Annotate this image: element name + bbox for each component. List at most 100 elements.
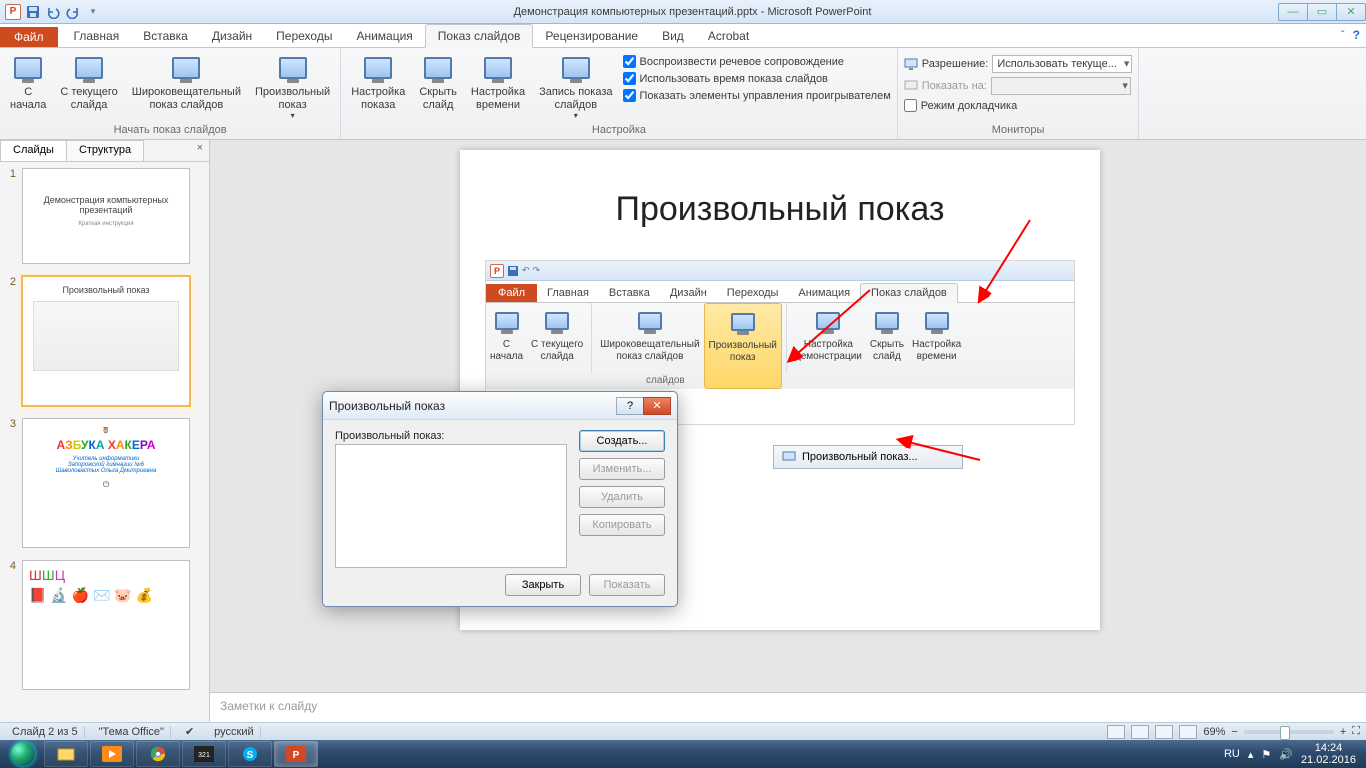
view-reading-button[interactable] <box>1155 725 1173 739</box>
tab-design[interactable]: Дизайн <box>200 25 264 47</box>
custom-show-button[interactable]: Произвольный показ▾ <box>251 50 334 122</box>
inset-from-current: С текущего слайда <box>527 303 587 389</box>
view-sorter-button[interactable] <box>1131 725 1149 739</box>
window-controls: — ▭ ✕ <box>1279 3 1366 21</box>
app-icon: P <box>4 3 22 21</box>
record-button[interactable]: Запись показа слайдов▾ <box>535 50 616 122</box>
undo-icon[interactable] <box>44 3 62 21</box>
tray-show-hidden-icon[interactable]: ▴ <box>1248 748 1254 761</box>
work-area: Слайды Структура × 1 Демонстрация компью… <box>0 140 1366 722</box>
setup-show-button[interactable]: Настройка показа <box>347 50 409 113</box>
taskbar-skype[interactable]: S <box>228 741 272 767</box>
tab-home[interactable]: Главная <box>62 25 132 47</box>
ribbon: С начала С текущего слайда Широковещател… <box>0 48 1366 140</box>
zoom-value: 69% <box>1203 726 1225 738</box>
tab-outline[interactable]: Структура <box>66 140 144 161</box>
thumb-4[interactable]: ШШЦ 📕 🔬 🍎 ✉️ 🐷 💰 <box>22 560 190 690</box>
inset-from-start: С начала <box>486 303 527 389</box>
dialog-listbox[interactable] <box>335 444 567 568</box>
chk-presenter-view[interactable]: Режим докладчика <box>904 98 1017 113</box>
close-button[interactable]: ✕ <box>1336 3 1366 21</box>
view-slideshow-button[interactable] <box>1179 725 1197 739</box>
annotation-arrow-3 <box>890 430 990 470</box>
zoom-out-button[interactable]: − <box>1231 726 1237 738</box>
from-beginning-button[interactable]: С начала <box>6 50 50 113</box>
taskbar-chrome[interactable] <box>136 741 180 767</box>
maximize-button[interactable]: ▭ <box>1307 3 1337 21</box>
taskbar-mediaplayer[interactable] <box>90 741 134 767</box>
inset-app-icon: P <box>490 264 504 278</box>
svg-text:321: 321 <box>198 752 210 759</box>
ribbon-group-setup-label: Настройка <box>347 122 891 139</box>
tab-file[interactable]: Файл <box>0 27 58 47</box>
tab-acrobat[interactable]: Acrobat <box>696 25 761 47</box>
dialog-copy-button: Копировать <box>579 514 665 536</box>
chk-controls[interactable]: Показать элементы управления проигрывате… <box>623 88 891 103</box>
ribbon-group-setup: Настройка показа Скрыть слайд Настройка … <box>341 48 898 139</box>
show-on-combo <box>991 77 1131 95</box>
thumb-3[interactable]: 🦉 АЗБУКА ХАКЕРА Учитель информатики Запо… <box>22 418 190 548</box>
chk-narration[interactable]: Воспроизвести речевое сопровождение <box>623 54 891 69</box>
dialog-close-footer-button[interactable]: Закрыть <box>505 574 581 596</box>
thumb-1[interactable]: Демонстрация компьютерных презентацийКра… <box>22 168 190 264</box>
taskbar-explorer[interactable] <box>44 741 88 767</box>
status-slide: Слайд 2 из 5 <box>6 726 85 738</box>
inset-redo-icon: ↷ <box>533 265 541 276</box>
status-theme: "Тема Office" <box>93 726 171 738</box>
ribbon-group-monitors: Разрешение: Использовать текуще... Показ… <box>898 48 1140 139</box>
slide-panel-tabs: Слайды Структура × <box>0 140 209 162</box>
svg-text:S: S <box>247 750 254 761</box>
thumb-2[interactable]: Произвольный показ <box>22 276 190 406</box>
resolution-combo[interactable]: Использовать текуще... <box>992 55 1132 73</box>
tab-review[interactable]: Рецензирование <box>533 25 650 47</box>
tab-slideshow[interactable]: Показ слайдов <box>425 24 534 48</box>
tab-animations[interactable]: Анимация <box>344 25 424 47</box>
tab-slides[interactable]: Слайды <box>0 140 67 161</box>
zoom-in-button[interactable]: + <box>1340 726 1346 738</box>
save-icon[interactable] <box>24 3 42 21</box>
tray-volume-icon[interactable]: 🔊 <box>1279 748 1293 761</box>
annotation-arrow-1 <box>920 210 1040 330</box>
dialog-title: Произвольный показ <box>329 399 445 413</box>
panel-close-icon[interactable]: × <box>191 140 209 161</box>
hide-slide-button[interactable]: Скрыть слайд <box>415 50 461 113</box>
qat-customize-icon[interactable]: ▾ <box>84 3 102 21</box>
tray-clock[interactable]: 14:24 21.02.2016 <box>1301 742 1356 766</box>
dialog-help-button[interactable]: ? <box>616 397 644 415</box>
ribbon-group-start-label: Начать показ слайдов <box>6 122 334 139</box>
status-spellcheck-icon[interactable]: ✔ <box>179 725 200 738</box>
tray-flag-icon[interactable]: ⚑ <box>1261 748 1271 761</box>
dialog-delete-button: Удалить <box>579 486 665 508</box>
dialog-create-button[interactable]: Создать... <box>579 430 665 452</box>
status-language[interactable]: русский <box>208 726 260 738</box>
show-on-icon <box>904 80 918 92</box>
view-normal-button[interactable] <box>1107 725 1125 739</box>
zoom-slider[interactable] <box>1244 730 1334 734</box>
taskbar-mpc[interactable]: 321 <box>182 741 226 767</box>
from-current-button[interactable]: С текущего слайда <box>56 50 121 113</box>
ribbon-minimize-icon[interactable]: ˇ <box>1341 28 1345 42</box>
dialog-close-button[interactable]: ✕ <box>643 397 671 415</box>
ribbon-tabs: Файл Главная Вставка Дизайн Переходы Ани… <box>0 24 1366 48</box>
dialog-list-label: Произвольный показ: <box>335 430 567 442</box>
quick-access-toolbar: P ▾ <box>0 3 106 21</box>
zoom-fit-button[interactable]: ⛶ <box>1352 725 1360 738</box>
rehearse-button[interactable]: Настройка времени <box>467 50 529 113</box>
resolution-label: Разрешение: <box>922 58 989 70</box>
inset-undo-icon: ↶ <box>522 265 530 276</box>
help-icon[interactable]: ? <box>1353 28 1360 42</box>
tray-lang[interactable]: RU <box>1224 748 1240 760</box>
notes-pane[interactable]: Заметки к слайду <box>210 692 1366 722</box>
broadcast-button[interactable]: Широковещательный показ слайдов <box>128 50 245 113</box>
thumbnails[interactable]: 1 Демонстрация компьютерных презентацийК… <box>0 162 209 722</box>
redo-icon[interactable] <box>64 3 82 21</box>
chk-timings[interactable]: Использовать время показа слайдов <box>623 71 891 86</box>
minimize-button[interactable]: — <box>1278 3 1308 21</box>
dialog-titlebar[interactable]: Произвольный показ ? ✕ <box>323 392 677 420</box>
tab-insert[interactable]: Вставка <box>131 25 200 47</box>
tab-transitions[interactable]: Переходы <box>264 25 344 47</box>
title-bar: P ▾ Демонстрация компьютерных презентаци… <box>0 0 1366 24</box>
taskbar-powerpoint[interactable]: P <box>274 741 318 767</box>
start-button[interactable] <box>4 741 42 767</box>
tab-view[interactable]: Вид <box>650 25 696 47</box>
